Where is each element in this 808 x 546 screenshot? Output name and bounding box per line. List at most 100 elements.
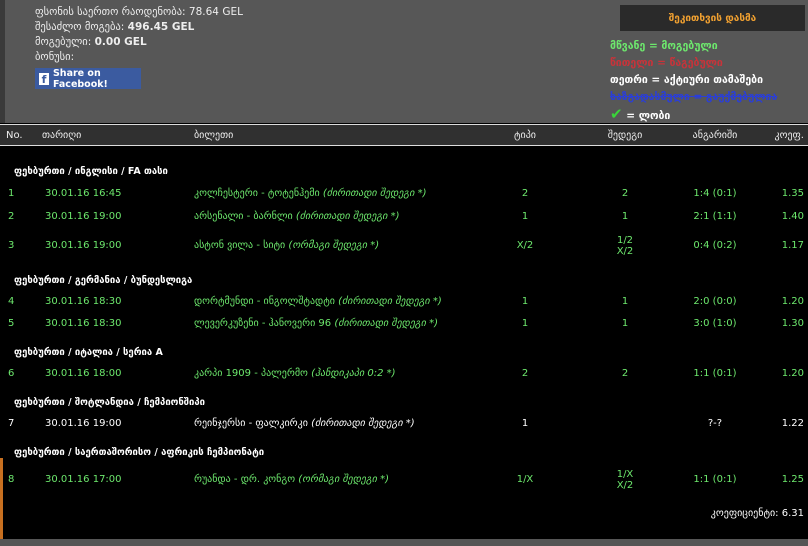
table-header: No. თარიღი ბილეთი ტიპი შედეგი ანგარიში კოეფ.: [0, 124, 808, 146]
match-name: რუანდა - დრ. კონგო: [194, 474, 296, 485]
match-score: 2:0 (0:0): [693, 296, 737, 307]
row-number: 1: [8, 187, 15, 199]
result-line: 2: [621, 368, 629, 379]
legend-check: = ლობი: [626, 110, 671, 122]
group-title: ფეხბურთი / გერმანია / ბუნდესლიგა: [14, 275, 193, 286]
bet-match: დორტმუნდი - ინგოლშტადტი (ძირითადი შედეგი…: [194, 291, 490, 313]
row-number: 2: [8, 211, 15, 222]
market-type: (ორმაგი შედეგი *): [288, 240, 380, 251]
column-header[interactable]: შედეგი: [560, 125, 690, 146]
left-accent: [0, 458, 3, 539]
summary-panel: ფსონის საერთო რაოდენობა: 78.64 GEL შესაძ…: [0, 0, 808, 123]
bet-row[interactable]: 8 30.01.16 17:00 რუანდა - დრ. კონგო (ორმაგ…: [0, 463, 808, 497]
bet-type: 1: [521, 418, 529, 429]
column-header[interactable]: კოეფ.: [740, 125, 808, 146]
row-number: 7: [8, 418, 15, 429]
share-facebook-button[interactable]: f Share on Facebook!: [35, 67, 141, 90]
bet-result: 1: [560, 205, 690, 229]
result-line: 1/2: [616, 234, 634, 246]
bet-odds: 1.17: [781, 240, 804, 251]
match-name: კარპი 1909 - პალერმო: [194, 368, 308, 379]
bet-row[interactable]: 3 30.01.16 19:00 ასტონ ვილა - სიტი (ორმაგი…: [0, 229, 808, 263]
match-name: ასტონ ვილა - სიტი: [194, 240, 286, 251]
group-header: ფეხბურთი / ინგლისი / FA თასი: [0, 162, 808, 182]
legend-blue: ხაზგადასმული = გაუქმებულია: [610, 91, 778, 103]
bet-type: 1: [521, 211, 529, 222]
bet-row[interactable]: 5 30.01.16 18:30 ლევერკუზენი - ჰანოვერი 96…: [0, 313, 808, 335]
legend-green: მწვანე = მოგებული: [610, 40, 718, 52]
column-header[interactable]: ბილეთი: [194, 125, 490, 146]
group-header: ფეხბურთი / იტალია / სერია A: [0, 343, 808, 363]
legend-white: თეთრი = აქტიური თამაშები: [610, 74, 764, 86]
bet-type: 2: [521, 368, 529, 379]
legend-red: წითელი = წაგებული: [610, 57, 723, 69]
result-line: 1: [621, 211, 629, 222]
possible-win-label: შესაძლო მოგება:: [35, 21, 125, 33]
match-name: ლევერკუზენი - ჰანოვერი 96: [194, 318, 332, 329]
market-type: (ჰანდიკაპი 0:2 *): [311, 368, 396, 379]
total-stake: 78.64 GEL: [188, 6, 243, 18]
column-header[interactable]: ანგარიში: [690, 125, 740, 146]
group-title: ფეხბურთი / შოტლანდია / ჩემპიონშიპი: [14, 397, 206, 408]
result-line: 2: [621, 187, 629, 199]
bet-result: 1: [560, 313, 690, 335]
bet-odds: 1.20: [781, 296, 804, 307]
bet-result: 1/X X/2: [560, 463, 690, 497]
group-title: ფეხბურთი / იტალია / სერია A: [14, 347, 163, 358]
bet-row[interactable]: 6 30.01.16 18:00 კარპი 1909 - პალერმო (ჰან…: [0, 363, 808, 385]
result-line: 1: [621, 318, 629, 329]
bet-date: 30.01.16 18:00: [45, 368, 122, 379]
match-name: რეინჯერსი - ფალკირკი: [194, 418, 308, 429]
bet-date: 30.01.16 19:00: [45, 240, 122, 251]
bet-match: რუანდა - დრ. კონგო (ორმაგი შედეგი *): [194, 463, 490, 497]
bet-match: კარპი 1909 - პალერმო (ჰანდიკაპი 0:2 *): [194, 363, 490, 385]
bet-date: 30.01.16 16:45: [45, 187, 122, 199]
won-label: მოგებული:: [35, 36, 92, 48]
bet-row[interactable]: 7 30.01.16 19:00 რეინჯერსი - ფალკირკი (ძირ…: [0, 413, 808, 435]
bet-match: ასტონ ვილა - სიტი (ორმაგი შედეგი *): [194, 229, 490, 263]
group-title: ფეხბურთი / ინგლისი / FA თასი: [14, 166, 168, 177]
ask-question-button[interactable]: შეკითხვის დასმა: [620, 5, 805, 31]
bet-date: 30.01.16 19:00: [45, 211, 122, 222]
match-score: 1:1 (0:1): [693, 368, 737, 379]
bet-date: 30.01.16 17:00: [45, 474, 122, 485]
bet-row[interactable]: 2 30.01.16 19:00 არსენალი - ბარნლი (ძირითა…: [0, 205, 808, 229]
match-name: კოლჩესტერი - ტოტენჰემი: [194, 187, 320, 199]
group-header: ფეხბურთი / შოტლანდია / ჩემპიონშიპი: [0, 393, 808, 413]
match-score: 3:0 (1:0): [693, 318, 737, 329]
row-number: 3: [8, 240, 15, 251]
bet-result: [560, 413, 690, 435]
match-name: დორტმუნდი - ინგოლშტადტი: [194, 296, 335, 307]
bet-date: 30.01.16 18:30: [45, 318, 122, 329]
group-title: ფეხბურთი / საერთაშორისო / აფრიკის ჩემპიო…: [14, 447, 265, 458]
bet-odds: 1.35: [781, 187, 804, 199]
total-stake-label: ფსონის საერთო რაოდენობა:: [35, 6, 186, 18]
market-type: (ძირითადი შედეგი *): [311, 418, 415, 429]
row-number: 5: [8, 318, 15, 329]
possible-win: 496.45 GEL: [127, 21, 195, 33]
bet-row[interactable]: 4 30.01.16 18:30 დორტმუნდი - ინგოლშტადტი (…: [0, 291, 808, 313]
column-header[interactable]: No.: [0, 125, 42, 146]
bet-result: 1/2 X/2: [560, 229, 690, 263]
bet-type: 1: [521, 318, 529, 329]
match-score: 1:4 (0:1): [693, 187, 737, 199]
bets-table: No. თარიღი ბილეთი ტიპი შედეგი ანგარიში კოეფ. ფ…: [0, 124, 808, 531]
result-line: X/2: [616, 245, 634, 257]
match-score: ?-?: [707, 418, 723, 429]
result-line: 1/X: [616, 468, 634, 480]
column-header[interactable]: თარიღი: [42, 125, 194, 146]
share-facebook-label: Share on Facebook!: [52, 67, 108, 90]
bet-match: რეინჯერსი - ფალკირკი (ძირითადი შედეგი *): [194, 413, 490, 435]
bet-date: 30.01.16 18:30: [45, 296, 122, 307]
bet-date: 30.01.16 19:00: [45, 418, 122, 429]
bet-type: 1: [521, 296, 529, 307]
match-score: 2:1 (1:1): [693, 211, 737, 222]
group-header: ფეხბურთი / საერთაშორისო / აფრიკის ჩემპიო…: [0, 443, 808, 463]
bet-odds: 1.22: [781, 418, 804, 429]
column-header[interactable]: ტიპი: [490, 125, 560, 146]
market-type: (ძირითადი შედეგი *): [322, 187, 427, 199]
ticket-summary: ფსონის საერთო რაოდენობა: 78.64 GEL შესაძ…: [35, 3, 243, 65]
won-amount: 0.00 GEL: [94, 36, 147, 48]
bet-row[interactable]: 1 30.01.16 16:45 კოლჩესტერი - ტოტენჰემი (ძ…: [0, 182, 808, 205]
total-odds: კოეფიციენტი: 6.31: [710, 508, 804, 519]
